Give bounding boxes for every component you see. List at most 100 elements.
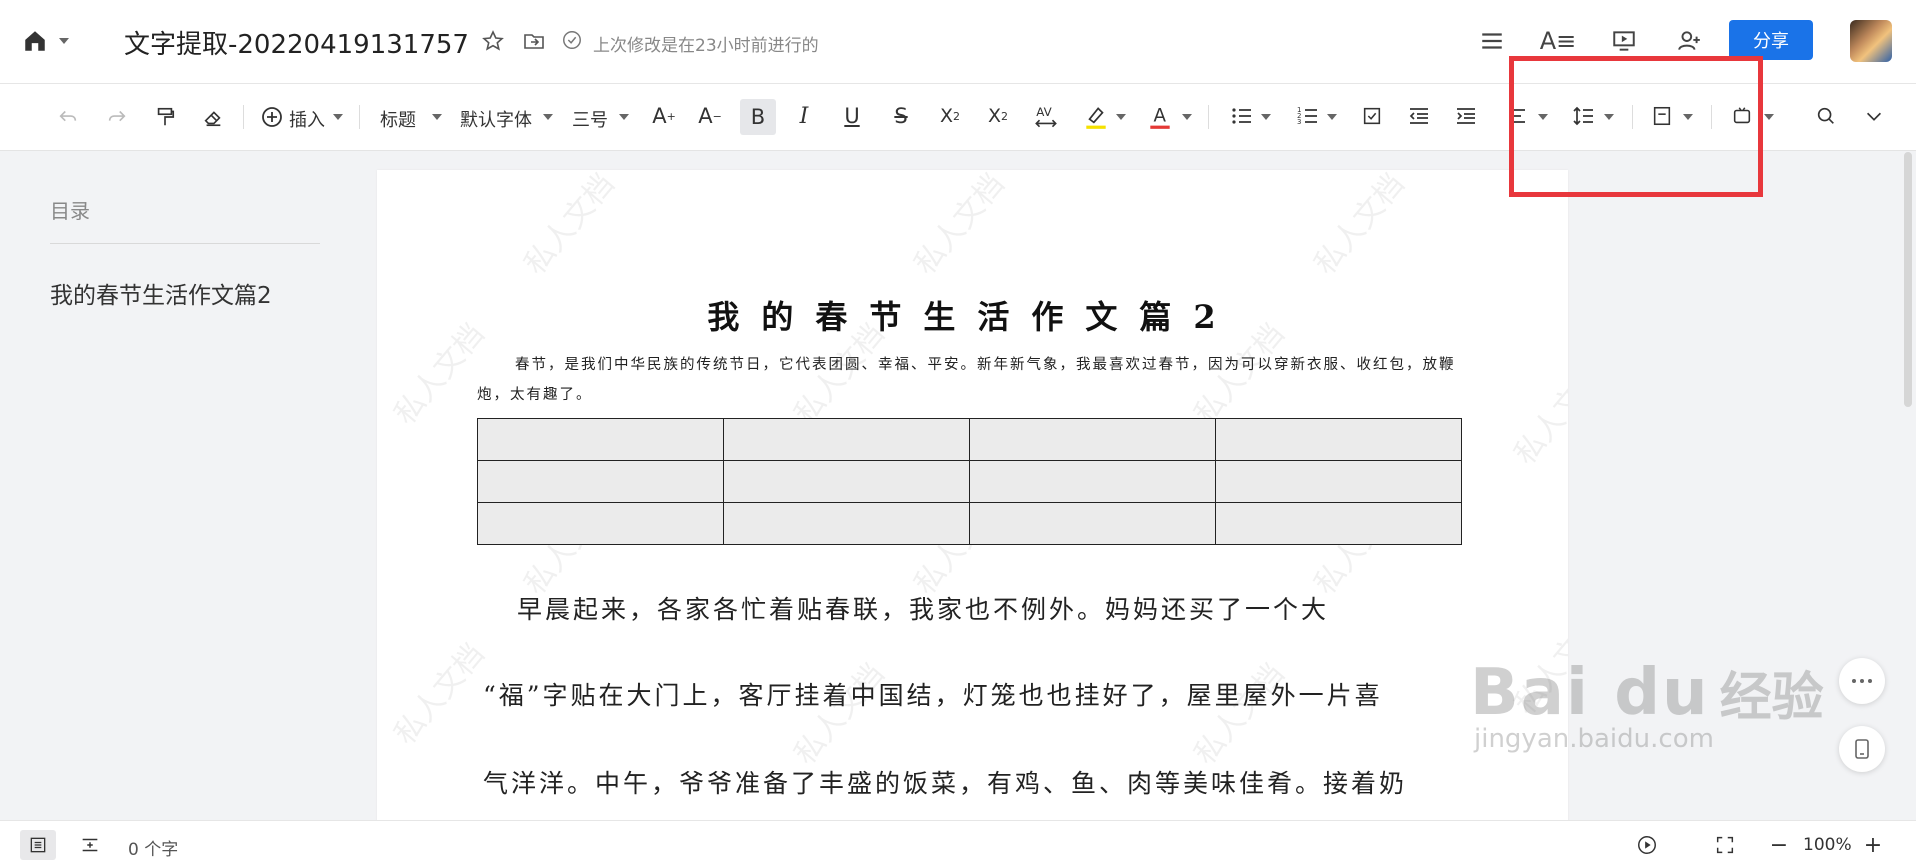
body-line[interactable]: “福”字贴在大门上，客厅挂着中国结，灯笼也也挂好了，屋里屋外一片喜	[483, 676, 1383, 712]
style-caret[interactable]	[432, 114, 442, 120]
home-icon[interactable]	[20, 26, 50, 56]
intro-paragraph[interactable]: 春节，是我们中华民族的传统节日，它代表团圆、幸福、平安。新年新气象，我最喜欢过春…	[477, 350, 1467, 410]
watermark-text: 私人文档	[787, 657, 892, 772]
font-family-dropdown[interactable]: 默认字体	[460, 106, 532, 132]
insert-caret[interactable]	[333, 114, 343, 120]
svg-text:AV: AV	[1036, 105, 1051, 119]
svg-text:3: 3	[1297, 118, 1301, 126]
play-icon[interactable]	[1633, 832, 1661, 858]
bullet-list-caret[interactable]	[1261, 114, 1271, 120]
baidu-logo-text: Bai du	[1470, 655, 1710, 730]
paragraph-style-dropdown[interactable]: 标题	[380, 106, 416, 132]
add-collaborator-icon[interactable]	[1673, 26, 1705, 56]
home-menu-caret[interactable]	[59, 38, 69, 44]
body-line[interactable]: 气洋洋。中午，爷爷准备了丰盛的饭菜，有鸡、鱼、肉等美味佳肴。接着奶	[483, 764, 1407, 800]
outline-menu-icon[interactable]	[1477, 26, 1507, 56]
avatar[interactable]	[1850, 20, 1892, 62]
watermark-text: 私人文档	[517, 170, 622, 282]
baidu-jingyan-text: 经验	[1719, 668, 1824, 728]
highlighter-icon[interactable]	[1082, 102, 1110, 132]
outline-toggle-icon[interactable]	[20, 830, 56, 860]
outline-item[interactable]: 我的春节生活作文篇2	[50, 276, 272, 310]
body-line[interactable]: 早晨起来，各家各忙着贴春联，我家也不例外。妈妈还买了一个大	[517, 590, 1329, 626]
table-row	[477, 460, 1462, 503]
watermark-text: 私人文档	[1507, 357, 1568, 472]
subscript-icon[interactable]: X2	[936, 102, 964, 130]
insert-plus-icon[interactable]	[259, 104, 285, 130]
chevron-down-icon[interactable]	[1860, 102, 1888, 130]
last-modified-text: 上次修改是在23小时前进行的	[593, 36, 819, 56]
table-row	[477, 418, 1462, 461]
toolbar-divider	[1208, 105, 1209, 129]
highlighter-caret[interactable]	[1116, 114, 1126, 120]
font-color-caret[interactable]	[1182, 114, 1192, 120]
eraser-icon[interactable]	[200, 104, 226, 130]
fullscreen-icon[interactable]	[1711, 832, 1739, 858]
toolbar-divider	[243, 105, 244, 129]
table-cell[interactable]	[477, 502, 724, 545]
presentation-icon[interactable]	[1609, 26, 1639, 56]
table-cell[interactable]	[723, 460, 970, 503]
checklist-icon[interactable]	[1358, 102, 1386, 130]
italic-icon[interactable]: I	[790, 102, 818, 130]
insert-button[interactable]: 插入	[289, 106, 325, 132]
superscript-icon[interactable]: X2	[984, 102, 1012, 130]
font-size-dropdown[interactable]: 三号	[572, 106, 608, 132]
document-heading[interactable]: 我的春节生活作文篇2	[377, 292, 1568, 338]
watermark-text: 私人文档	[387, 637, 492, 752]
bullet-list-icon[interactable]	[1228, 102, 1256, 130]
document-page[interactable]: 私人文档 私人文档 私人文档 私人文档 私人文档 私人文档 私人文档 私人文档 …	[377, 170, 1568, 830]
ai-assistant-caret[interactable]	[1764, 114, 1774, 120]
table-cell[interactable]	[477, 418, 724, 461]
table-cell[interactable]	[969, 460, 1216, 503]
toolbar-divider	[359, 105, 360, 129]
table-cell[interactable]	[477, 460, 724, 503]
character-spacing-icon[interactable]: AV	[1032, 102, 1060, 132]
zoom-out-icon[interactable]: −	[1768, 832, 1790, 858]
watermark-text: 私人文档	[1307, 170, 1412, 282]
strikethrough-icon[interactable]: S	[887, 102, 915, 130]
baidu-jingyan-watermark: Bai du 经验 jingyan.baidu.com	[1470, 655, 1824, 755]
document-title[interactable]: 文字提取-20220419131757	[124, 24, 469, 61]
mobile-view-button[interactable]	[1839, 726, 1885, 772]
text-style-icon[interactable]: A≡	[1540, 26, 1577, 56]
table-cell[interactable]	[723, 502, 970, 545]
undo-icon[interactable]	[55, 104, 81, 130]
table-cell[interactable]	[1215, 502, 1462, 545]
table-cell[interactable]	[1215, 460, 1462, 503]
outline-divider	[50, 243, 320, 244]
bold-icon[interactable]: B	[740, 99, 776, 135]
more-options-button[interactable]	[1839, 658, 1885, 704]
decrease-font-icon[interactable]: A −	[696, 102, 724, 130]
increase-font-icon[interactable]: A +	[650, 102, 678, 130]
watermark-text: 私人文档	[907, 170, 1012, 282]
indent-icon[interactable]	[1452, 102, 1480, 130]
svg-text:A: A	[1154, 105, 1167, 126]
star-icon[interactable]	[479, 27, 507, 55]
table-cell[interactable]	[723, 418, 970, 461]
size-caret[interactable]	[619, 114, 629, 120]
font-caret[interactable]	[543, 114, 553, 120]
status-bar	[0, 820, 1916, 868]
outline-title: 目录	[50, 199, 90, 223]
search-icon[interactable]	[1812, 102, 1840, 130]
outdent-icon[interactable]	[1405, 102, 1433, 130]
table-cell[interactable]	[969, 418, 1216, 461]
font-color-icon[interactable]: A	[1146, 102, 1174, 132]
numbered-list-icon[interactable]: 123	[1294, 102, 1322, 130]
format-painter-icon[interactable]	[152, 104, 178, 130]
document-table[interactable]	[477, 418, 1462, 545]
zoom-level[interactable]: 100%	[1803, 835, 1852, 855]
page-width-icon[interactable]	[76, 832, 104, 858]
table-cell[interactable]	[969, 502, 1216, 545]
watermark-text: 私人文档	[1187, 657, 1292, 772]
redo-icon[interactable]	[104, 104, 130, 130]
table-cell[interactable]	[1215, 418, 1462, 461]
vertical-scrollbar[interactable]	[1904, 152, 1912, 407]
underline-icon[interactable]: U	[838, 102, 866, 130]
zoom-in-icon[interactable]: +	[1862, 832, 1884, 858]
share-button[interactable]: 分享	[1729, 20, 1813, 60]
annotation-highlight-box	[1509, 56, 1763, 197]
move-folder-icon[interactable]	[520, 27, 548, 55]
numbered-list-caret[interactable]	[1327, 114, 1337, 120]
